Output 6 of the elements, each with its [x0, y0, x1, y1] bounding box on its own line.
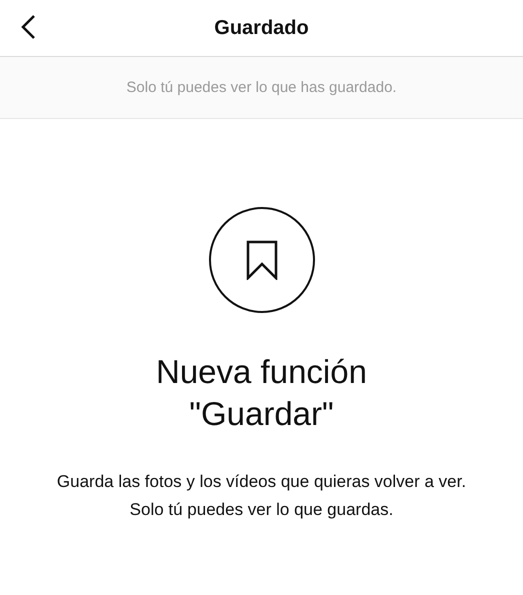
page-title: Guardado — [214, 16, 309, 40]
empty-state-description: Guarda las fotos y los vídeos que quieras volver a ver. Solo tú puedes ver lo que guardas. — [56, 471, 468, 521]
empty-state-heading: Nueva función "Guardar" — [156, 352, 367, 434]
back-icon — [20, 14, 36, 40]
notice-text: Solo tú puedes ver lo que has guardado. — [126, 79, 397, 96]
bookmark-circle-icon — [208, 207, 314, 313]
